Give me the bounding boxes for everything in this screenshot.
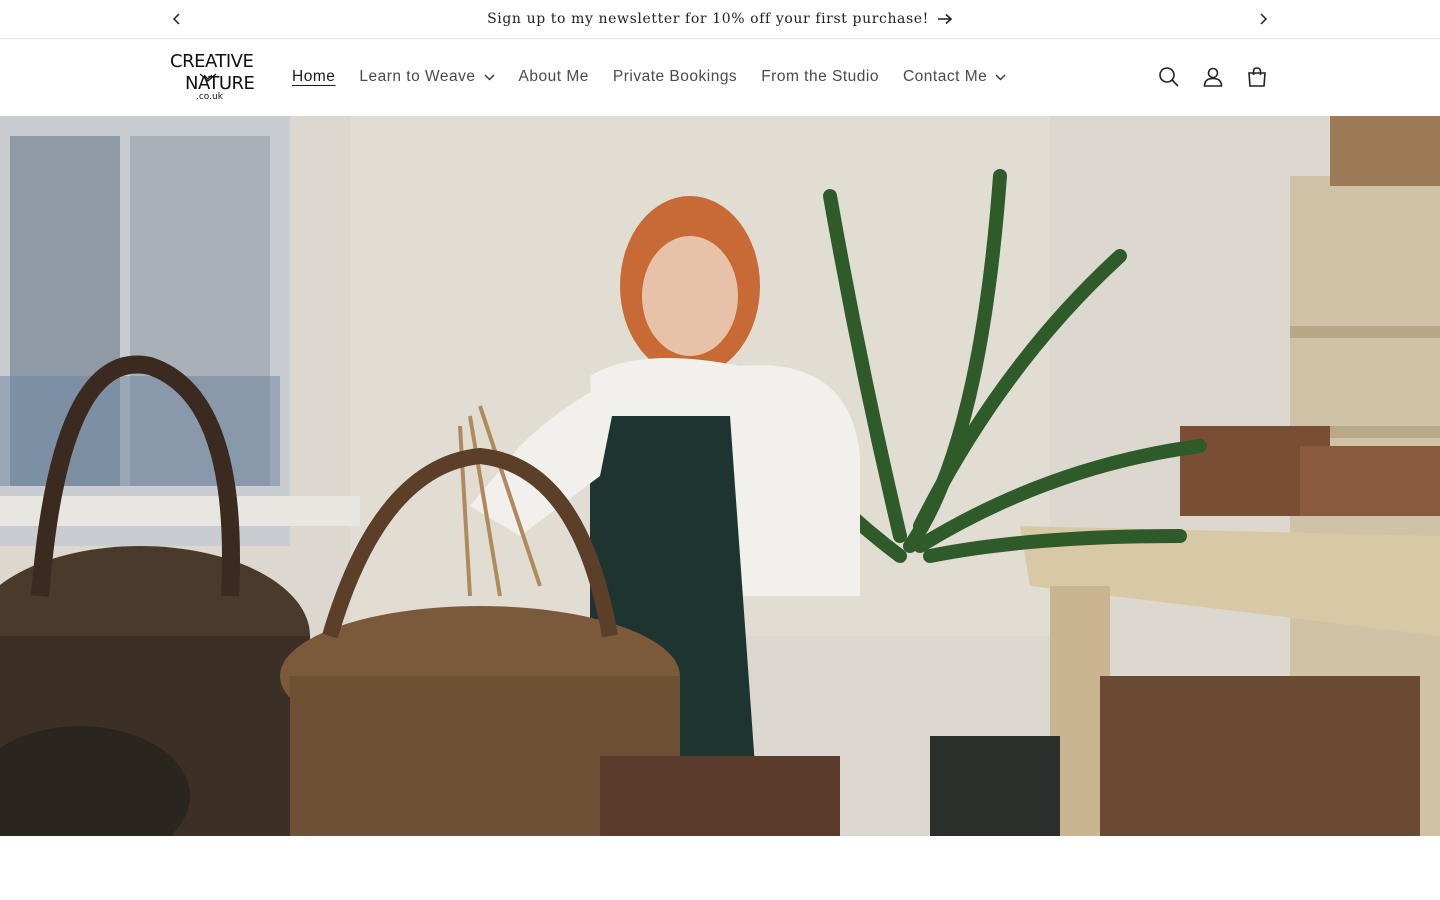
search-button[interactable]	[1154, 57, 1184, 97]
announcement-bar: Sign up to my newsletter for 10% off you…	[0, 0, 1440, 39]
nav-label: Learn to Weave	[359, 68, 476, 85]
nav-label: Contact Me	[902, 68, 988, 85]
nav-item-from-the-studio[interactable]: From the Studio	[749, 57, 891, 97]
header-icons	[1154, 57, 1272, 97]
search-icon	[1159, 67, 1179, 87]
nav-label: From the Studio	[761, 68, 879, 85]
next-section	[0, 836, 1440, 900]
chevron-down-icon	[484, 74, 495, 80]
arrow-right-icon	[937, 13, 953, 25]
hero-image	[0, 116, 1440, 836]
nav-item-home[interactable]: Home	[292, 57, 347, 97]
cart-icon	[1248, 67, 1266, 87]
main-nav: Home Learn to Weave About Me Private Boo…	[292, 57, 1018, 97]
nav-item-about-me[interactable]: About Me	[507, 57, 601, 97]
site-header: CREATIVE NATURE .co.uk Home Learn to Wea…	[0, 39, 1440, 115]
account-icon	[1203, 67, 1223, 87]
announcement-next-button[interactable]	[1253, 9, 1273, 29]
chevron-left-icon	[172, 13, 180, 25]
nav-label: Home	[292, 68, 336, 85]
announcement-prev-button[interactable]	[167, 9, 187, 29]
site-logo[interactable]: CREATIVE NATURE .co.uk	[170, 49, 262, 105]
logo-line-2: NATURE	[185, 73, 255, 94]
nav-label: About Me	[518, 68, 589, 85]
nav-item-contact-me[interactable]: Contact Me	[891, 57, 1018, 97]
chevron-right-icon	[1260, 13, 1268, 25]
logo-line-3: .co.uk	[196, 92, 223, 102]
nav-item-private-bookings[interactable]: Private Bookings	[601, 57, 749, 97]
cart-button[interactable]	[1242, 57, 1272, 97]
account-button[interactable]	[1198, 57, 1228, 97]
announcement-link[interactable]: Sign up to my newsletter for 10% off you…	[487, 11, 953, 27]
announcement-text: Sign up to my newsletter for 10% off you…	[487, 11, 929, 27]
chevron-down-icon	[995, 74, 1006, 80]
nav-item-learn-to-weave[interactable]: Learn to Weave	[347, 57, 506, 97]
nav-label: Private Bookings	[612, 68, 738, 85]
